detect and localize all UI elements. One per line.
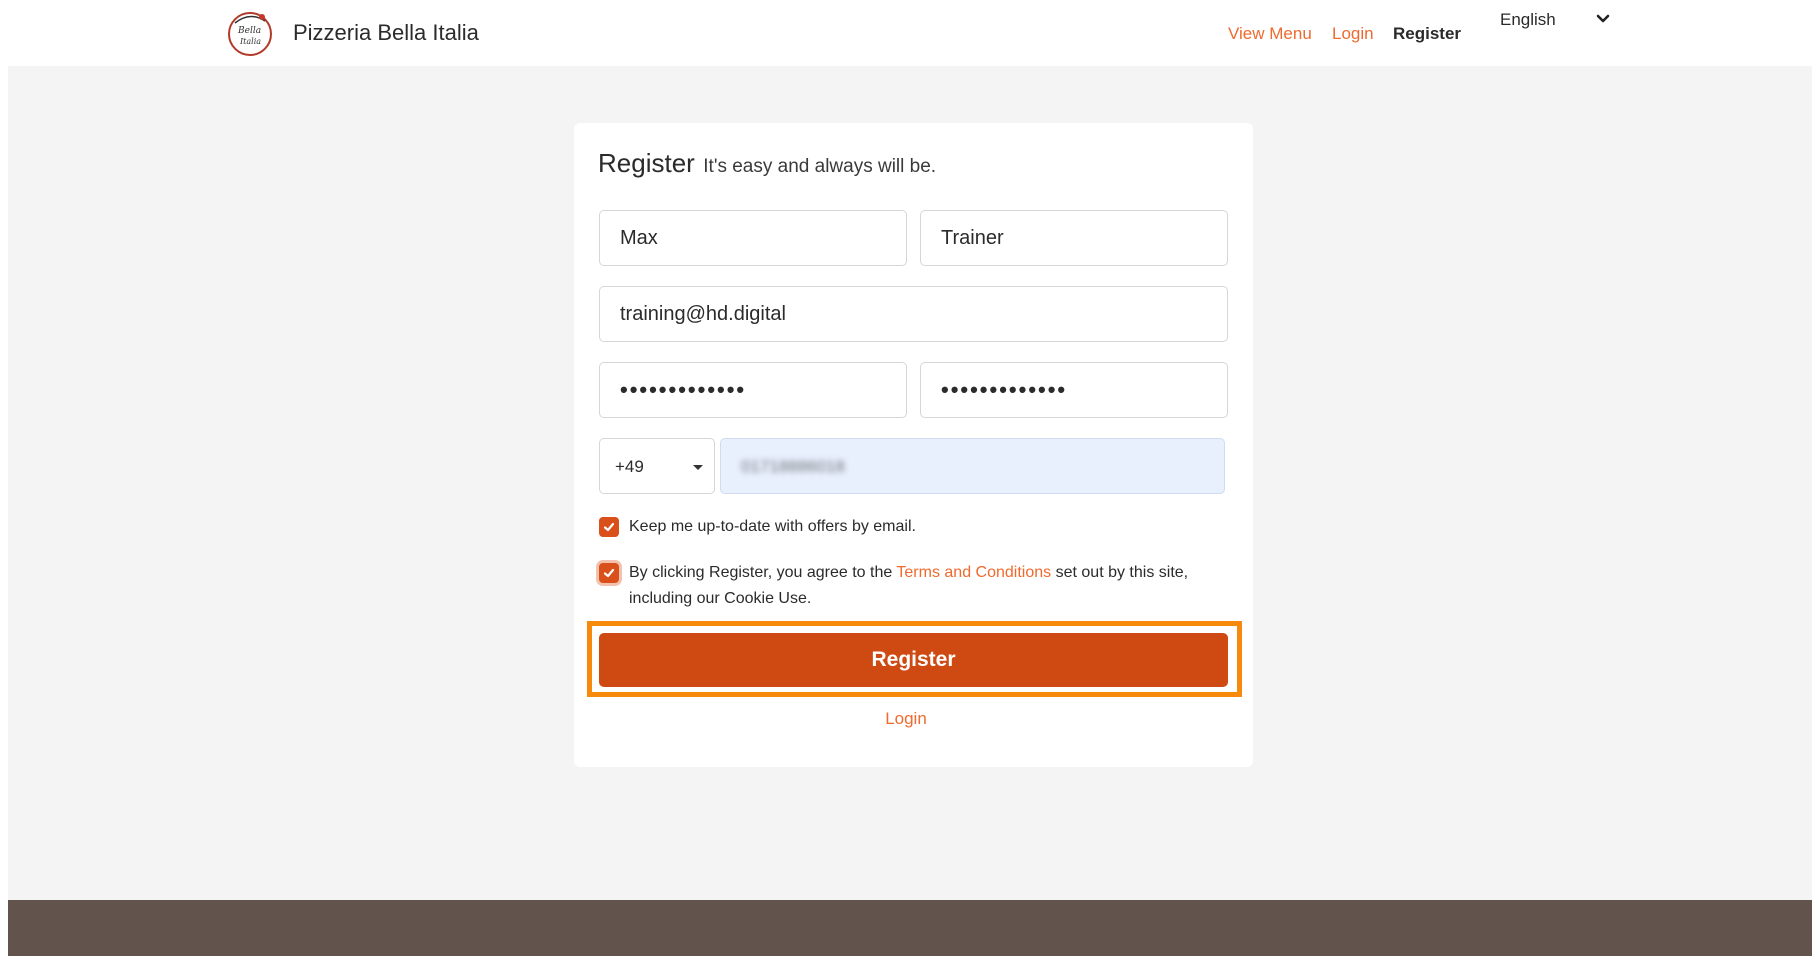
confirm-password-field[interactable]: •••••••••••••	[920, 362, 1228, 418]
terms-checkbox[interactable]	[599, 563, 619, 583]
newsletter-label[interactable]: Keep me up-to-date with offers by email.	[629, 514, 916, 540]
country-code-value: +49	[615, 457, 644, 476]
register-button[interactable]: Register	[599, 633, 1228, 687]
nav-login[interactable]: Login	[1332, 24, 1374, 44]
newsletter-checkbox[interactable]	[599, 517, 619, 537]
chevron-down-icon[interactable]	[1594, 10, 1612, 28]
email-field[interactable]: training@hd.digital	[599, 286, 1228, 342]
phone-field[interactable]: 01718886018	[720, 438, 1225, 494]
first-name-field[interactable]: Max	[599, 210, 907, 266]
nav-register[interactable]: Register	[1393, 24, 1461, 44]
password-mask: •••••••••••••	[620, 377, 747, 402]
form-title: Register	[598, 148, 695, 178]
site-footer	[8, 900, 1812, 956]
country-code-select[interactable]: +49	[599, 438, 715, 494]
form-heading: Register It's easy and always will be.	[598, 148, 936, 179]
svg-text:Italia: Italia	[239, 37, 261, 46]
language-select[interactable]: English	[1500, 10, 1556, 30]
login-link[interactable]: Login	[0, 709, 1812, 729]
nav-view-menu[interactable]: View Menu	[1228, 24, 1312, 44]
svg-text:Bella: Bella	[237, 26, 261, 36]
terms-link[interactable]: Terms and Conditions	[896, 564, 1051, 581]
site-header: Bella Italia Pizzeria Bella Italia View …	[0, 0, 1812, 66]
password-field[interactable]: •••••••••••••	[599, 362, 907, 418]
confirm-password-mask: •••••••••••••	[941, 377, 1068, 402]
brand-name[interactable]: Pizzeria Bella Italia	[293, 20, 479, 46]
checkmark-icon	[603, 522, 615, 532]
bella-italia-logo-icon[interactable]: Bella Italia	[225, 9, 275, 59]
checkmark-icon	[603, 568, 615, 578]
phone-value: 01718886018	[741, 457, 846, 476]
terms-text-before: By clicking Register, you agree to the	[629, 564, 897, 581]
caret-down-icon	[693, 465, 703, 470]
last-name-field[interactable]: Trainer	[920, 210, 1228, 266]
terms-label: By clicking Register, you agree to the T…	[629, 560, 1229, 612]
form-subtitle: It's easy and always will be.	[703, 156, 937, 177]
